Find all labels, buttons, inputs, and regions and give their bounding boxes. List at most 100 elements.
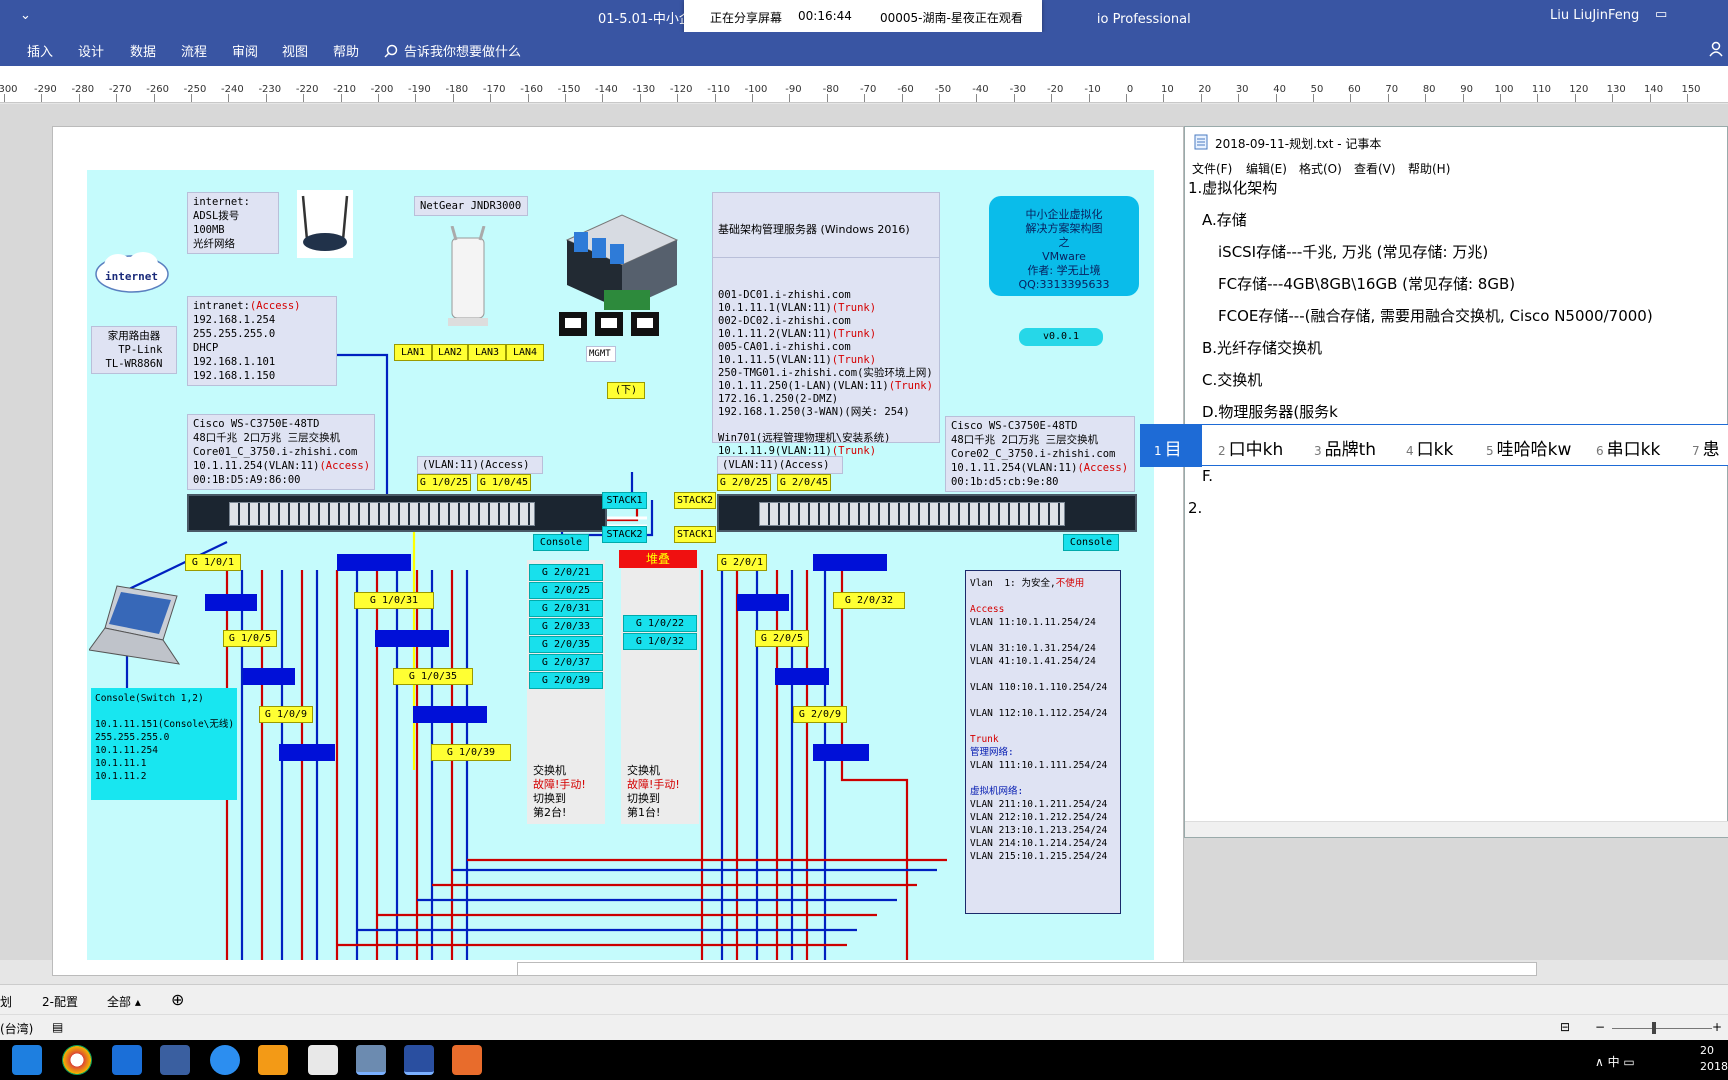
tab-process[interactable]: 流程 bbox=[181, 41, 207, 60]
restore-icon[interactable]: ▭ bbox=[1655, 7, 1667, 22]
text-line: B.光纤存储交换机 bbox=[1202, 339, 1323, 357]
status-bar: (台湾) ▤ ⊟ − + bbox=[0, 1014, 1728, 1040]
tab-insert[interactable]: 插入 bbox=[27, 41, 53, 60]
media-app-icon[interactable] bbox=[452, 1045, 482, 1075]
menu-help[interactable]: 帮助(H) bbox=[1408, 160, 1450, 177]
zoom-in-button[interactable]: + bbox=[1712, 1020, 1722, 1034]
page-tab-all[interactable]: 全部 ▴ bbox=[107, 993, 141, 1010]
port-label: G 2/0/5 bbox=[755, 630, 809, 647]
stack-port-label: G 2/0/39 bbox=[529, 672, 603, 689]
viewer-label: 00005-湖南-星夜正在观看 bbox=[880, 11, 1023, 25]
quick-access-dropdown[interactable]: ⌄ bbox=[20, 8, 31, 23]
port-label: G 2/0/45 bbox=[777, 474, 831, 491]
tab-design[interactable]: 设计 bbox=[78, 41, 104, 60]
console-port-2: Console bbox=[1063, 534, 1119, 551]
ime-candidate-bar[interactable]: 1 目 2 口中kh 3 品牌th 4 口kk 5 哇哈哈kw 6 串口kk 7 患 bbox=[1140, 424, 1728, 467]
user-name[interactable]: Liu LiuJinFeng bbox=[1550, 8, 1639, 23]
edge-icon[interactable] bbox=[112, 1045, 142, 1075]
ruler-tick bbox=[1537, 94, 1539, 102]
ruler-label: -30 bbox=[1009, 84, 1026, 95]
vm-server-icon bbox=[565, 214, 679, 310]
network-diagram[interactable]: internet internet: ADSL拨号 100MB 光纤网络 家用路… bbox=[87, 170, 1154, 960]
stack-port-label: G 2/0/21 bbox=[529, 564, 603, 581]
fit-page-icon[interactable]: ⊟ bbox=[1560, 1020, 1570, 1034]
netgear-router-icon bbox=[448, 226, 488, 326]
tell-me-search[interactable]: 告诉我你想要做什么 bbox=[384, 41, 521, 60]
server-line: 001-DC01.i-zhishi.com bbox=[718, 289, 851, 301]
ruler-tick bbox=[939, 94, 940, 102]
app-icon[interactable] bbox=[160, 1045, 190, 1075]
ime-candidate[interactable]: 4 口kk bbox=[1406, 435, 1453, 460]
ruler-tick bbox=[490, 94, 492, 102]
ruler-label: 50 bbox=[1310, 84, 1324, 95]
tab-review[interactable]: 审阅 bbox=[232, 41, 258, 60]
core-switch-1[interactable] bbox=[187, 494, 607, 532]
ruler-tick bbox=[1462, 94, 1464, 102]
server-line: 192.168.1.250(3-WAN)(网关: 254) bbox=[718, 406, 910, 418]
menu-view[interactable]: 查看(V) bbox=[1354, 160, 1396, 177]
ruler-tick bbox=[1425, 94, 1427, 102]
ruler-tick bbox=[1275, 94, 1277, 102]
explorer-icon[interactable] bbox=[308, 1045, 338, 1075]
text-line: FCOE存储---(融合存储, 需要用融合交换机, Cisco N5000/70… bbox=[1218, 307, 1653, 325]
ime-candidate[interactable]: 6 串口kk bbox=[1596, 435, 1660, 460]
ime-candidate[interactable]: 2 口中kh bbox=[1218, 435, 1283, 460]
text-line: F. bbox=[1202, 467, 1213, 485]
page-tab-config[interactable]: 2-配置 bbox=[42, 993, 78, 1010]
system-tray[interactable]: ∧ 中 ▭ bbox=[1595, 1053, 1635, 1070]
port-label: G 1/0/31 bbox=[354, 592, 434, 609]
person-icon[interactable] bbox=[1708, 41, 1724, 57]
lan-port-1: LAN1 bbox=[394, 344, 432, 361]
visio-taskbar-icon[interactable] bbox=[404, 1045, 434, 1075]
network-app-icon[interactable] bbox=[210, 1045, 240, 1075]
core-switch-2[interactable] bbox=[717, 494, 1137, 532]
page-tabs-bar: 划 2-配置 全部 ▴ ⊕ bbox=[0, 984, 1728, 1014]
ime-candidate[interactable]: 3 品牌th bbox=[1314, 435, 1376, 460]
notepad-window[interactable]: 2018-09-11-规划.txt - 记事本 文件(F) 编辑(E) 格式(O… bbox=[1184, 126, 1728, 838]
tab-data[interactable]: 数据 bbox=[130, 41, 156, 60]
chrome-icon[interactable] bbox=[62, 1045, 92, 1075]
ime-candidate[interactable]: 5 哇哈哈kw bbox=[1486, 435, 1571, 460]
menu-format[interactable]: 格式(O) bbox=[1299, 160, 1342, 177]
ie-icon[interactable] bbox=[12, 1045, 42, 1075]
server-line: 10.1.11.2(VLAN:11)(Trunk) bbox=[718, 328, 877, 340]
stack-port: STACK1 bbox=[602, 492, 647, 509]
port-label: G 1/0/5 bbox=[223, 630, 277, 647]
canvas-horizontal-scrollbar[interactable] bbox=[517, 962, 1537, 976]
server-line: 10.1.11.5(VLAN:11)(Trunk) bbox=[718, 354, 877, 366]
ime-candidate[interactable]: 7患 bbox=[1692, 435, 1720, 460]
notepad-text-area[interactable]: 1.虚拟化架构 A.存储 iSCSI存储---千兆, 万兆 (常见存储: 万兆)… bbox=[1185, 177, 1728, 817]
port-label: G 1/0/25 bbox=[417, 474, 471, 491]
menu-file[interactable]: 文件(F) bbox=[1192, 160, 1232, 177]
notepad-horizontal-scrollbar[interactable] bbox=[1185, 821, 1728, 837]
ime-candidate[interactable]: 1目 bbox=[1154, 435, 1182, 460]
ruler-label: -90 bbox=[785, 84, 802, 95]
server-line: 172.16.1.250(2-DMZ) bbox=[718, 393, 839, 405]
windows-taskbar: ∧ 中 ▭ 20 2018 bbox=[0, 1040, 1728, 1080]
ruler-label: -40 bbox=[972, 84, 989, 95]
zoom-slider-thumb[interactable] bbox=[1652, 1022, 1656, 1034]
taskbar-clock[interactable]: 20 2018 bbox=[1700, 1043, 1728, 1075]
ruler-label: 10 bbox=[1161, 84, 1174, 95]
servers-box: 001-DC01.i-zhishi.com 10.1.11.1(VLAN:11)(… bbox=[712, 257, 940, 457]
ruler-label: -180 bbox=[445, 84, 469, 95]
notepad-taskbar-icon[interactable] bbox=[356, 1045, 386, 1075]
stack-port: STACK2 bbox=[602, 526, 647, 543]
stack-column-b: 堆叠 G 1/0/22 G 1/0/32 交换机 故障!手动! 切换到 第1台! bbox=[619, 550, 699, 824]
tab-view[interactable]: 视图 bbox=[282, 41, 308, 60]
macro-icon[interactable]: ▤ bbox=[52, 1020, 63, 1034]
port-label-blue bbox=[337, 554, 411, 571]
zoom-out-button[interactable]: − bbox=[1595, 1020, 1605, 1034]
network-jack-icons bbox=[559, 312, 659, 336]
ruler-label: -270 bbox=[108, 84, 132, 95]
page-tab-1[interactable]: 划 bbox=[0, 993, 12, 1010]
add-page-icon[interactable]: ⊕ bbox=[171, 990, 184, 1009]
ruler-label: -280 bbox=[71, 84, 95, 95]
zoom-slider[interactable] bbox=[1612, 1028, 1712, 1029]
ruler-label: -290 bbox=[34, 84, 57, 95]
sharing-label: 正在分享屏幕 bbox=[710, 11, 783, 25]
ruler-tick bbox=[1612, 94, 1614, 102]
tab-help[interactable]: 帮助 bbox=[333, 41, 359, 60]
menu-edit[interactable]: 编辑(E) bbox=[1246, 160, 1287, 177]
video-app-icon[interactable] bbox=[258, 1045, 288, 1075]
